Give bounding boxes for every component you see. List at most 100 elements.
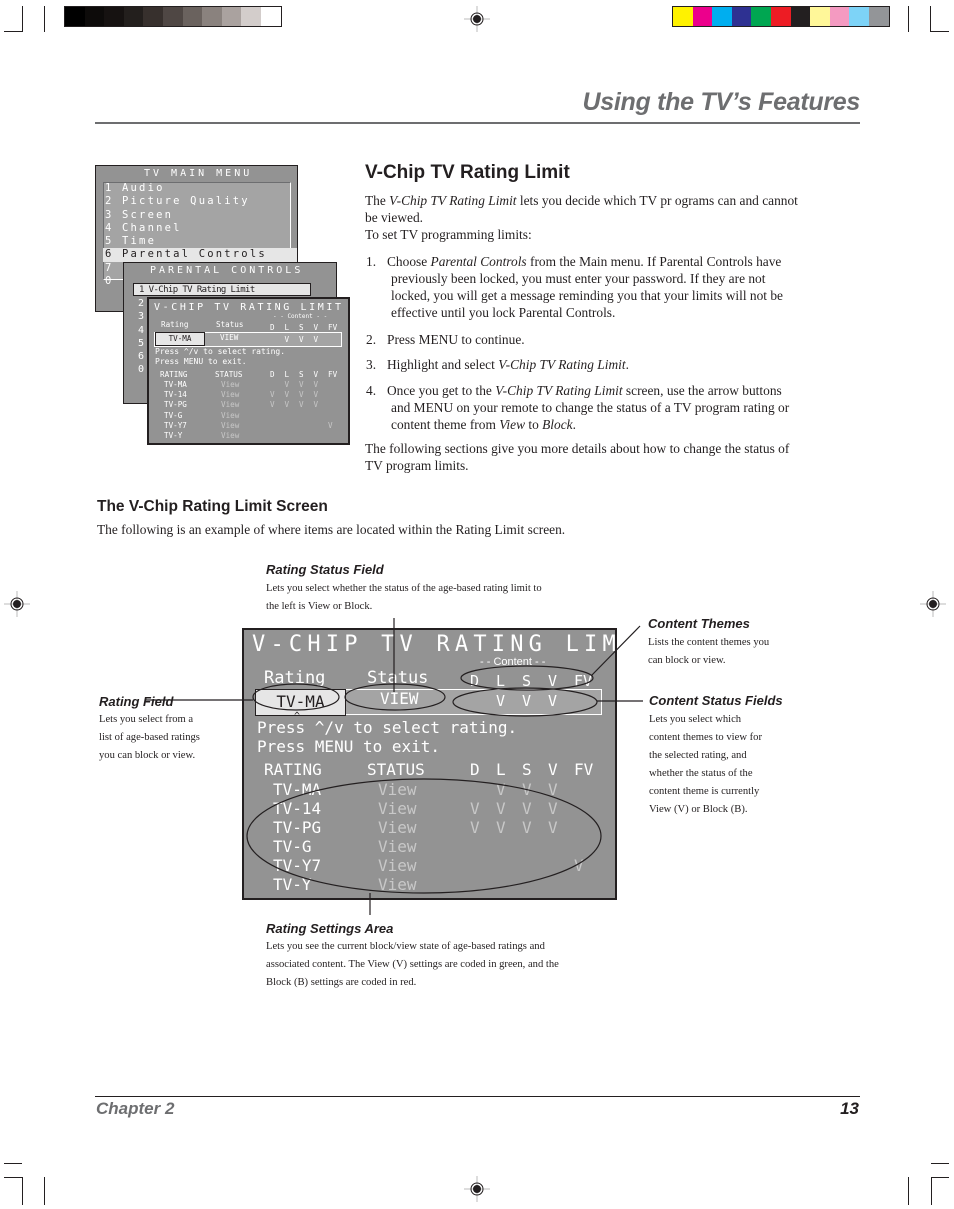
callout-line: you can block or view.	[99, 750, 196, 761]
color-swatch	[829, 7, 850, 26]
vchip-mini-status-value[interactable]: VIEW	[220, 333, 238, 342]
rating-row: TV-Y7 View V	[149, 421, 348, 431]
step-text-part: effective until you lock Parental Contro…	[391, 305, 616, 320]
step-italic: Parental Controls	[430, 254, 527, 269]
callout-body-content-themes: Lists the content themes you can block o…	[648, 634, 828, 670]
rating-status: View	[221, 410, 240, 420]
rating-status: View	[378, 875, 417, 894]
rating-row[interactable]: TV-G View	[244, 837, 615, 856]
rating-row[interactable]: TV-MA View V V V	[244, 780, 615, 799]
main-menu-item[interactable]: 2 Picture Quality	[105, 195, 296, 208]
rating-name: TV-MA	[164, 380, 187, 389]
step-line: previously been locked, you must enter y…	[391, 270, 783, 287]
registration-mark-icon	[464, 6, 490, 32]
color-swatch	[712, 7, 732, 26]
vchip-status-field[interactable]: VIEW	[380, 689, 419, 708]
rating-row[interactable]: TV-PG View V V V V	[244, 818, 615, 837]
theme-header: S	[522, 760, 532, 779]
step-line: Press MENU to continue.	[387, 331, 525, 348]
step-number: 1.	[366, 254, 377, 269]
menu-item-number: 5	[105, 235, 114, 248]
vchip-mini-screen: V-CHIP TV RATING LIMIT - - Content - - R…	[147, 297, 350, 445]
intro-text: lets you decide which TV pr ograms can a…	[516, 193, 798, 208]
vchip-content-label: - - Content - -	[480, 656, 546, 668]
rating-name: TV-Y	[273, 875, 312, 894]
step-line: Once you get to the V-Chip TV Rating Lim…	[387, 382, 789, 399]
vchip-rating-limit-screen: V-CHIP TV RATING LIMIT - - Content - - R…	[242, 628, 653, 900]
rating-row[interactable]: TV-Y View	[244, 875, 615, 894]
section1-closing: The following sections give you more det…	[365, 440, 860, 474]
color-swatch	[673, 7, 693, 26]
theme-value: V	[284, 400, 290, 410]
callout-line: View (V) or Block (B).	[649, 804, 748, 815]
theme-value: V	[548, 799, 558, 818]
crop-mark	[4, 1163, 22, 1164]
step-text-part: from the Main menu. If Parental Controls…	[526, 254, 782, 269]
vchip-mini-title: V-CHIP TV RATING LIMIT	[154, 302, 344, 313]
callout-title-rating-settings-area: Rating Settings Area	[266, 921, 394, 936]
registration-mark-icon	[920, 591, 946, 617]
vchip-mini-rating-field[interactable]: TV-MA	[155, 332, 205, 346]
callout-line: Lets you select whether the status of th…	[266, 583, 542, 594]
step-line: content theme from View to Block.	[391, 416, 789, 433]
theme-header: V	[313, 370, 319, 379]
color-swatch	[731, 7, 752, 26]
rating-status: View	[221, 390, 240, 400]
callout-line: content themes to view for	[649, 732, 762, 743]
vchip-instruction-2: Press MENU to exit.	[257, 737, 441, 756]
rating-row[interactable]: TV-Y7 View V	[244, 856, 615, 875]
rating-name: TV-MA	[273, 780, 322, 799]
rating-status: View	[378, 799, 417, 818]
rating-status: View	[378, 856, 417, 875]
theme-header: L	[284, 370, 290, 379]
theme-header: D	[270, 323, 275, 332]
rating-name: TV-G	[164, 410, 183, 420]
parental-menu-selected-item[interactable]: 1 V-Chip TV Rating Limit	[133, 283, 311, 296]
footer-rule	[95, 1096, 860, 1097]
theme-value: V	[299, 400, 304, 410]
theme-header: FV	[574, 672, 593, 690]
rating-status: View	[221, 431, 240, 440]
content-status-value: V	[299, 335, 304, 344]
color-calibration-bar	[672, 6, 890, 27]
callout-line: Lets you see the current block/view stat…	[266, 941, 545, 952]
step-text: Once you get to the V-Chip TV Rating Lim…	[387, 382, 789, 433]
menu-item-number: 2	[138, 298, 145, 309]
crop-mark	[44, 1177, 45, 1205]
section1-intro: The V-Chip TV Rating Limit lets you deci…	[365, 192, 860, 243]
main-menu-item[interactable]: 6 Parental Controls	[103, 248, 297, 262]
step-italic: Block	[542, 417, 573, 432]
theme-value: V	[548, 780, 558, 799]
main-menu-item[interactable]: 5 Time	[105, 235, 296, 248]
step-italic: View	[499, 417, 525, 432]
color-swatch	[202, 7, 222, 26]
callout-body-content-status-fields: Lets you select which content themes to v…	[649, 711, 829, 819]
page-title: Using the TV’s Features	[582, 88, 861, 116]
vchip-rating-field[interactable]: TV-MA ^	[255, 689, 346, 722]
callout-body-rating-status-field: Lets you select whether the status of th…	[266, 580, 606, 616]
theme-value: V	[313, 400, 319, 410]
main-menu-item[interactable]: 1 Audio	[105, 182, 296, 195]
main-menu-item[interactable]: 4 Channel	[105, 222, 296, 235]
theme-value: V	[496, 799, 506, 818]
step-italic: V-Chip TV Rating Limit	[495, 383, 623, 398]
crop-mark	[22, 1177, 23, 1205]
intro-text: The	[365, 193, 390, 208]
theme-value: V	[284, 390, 290, 400]
content-status-value: V	[522, 692, 532, 710]
main-menu-item[interactable]: 3 Screen	[105, 209, 296, 222]
theme-value: V	[470, 818, 480, 837]
menu-item-number: 7	[105, 261, 114, 274]
parental-menu-title: PARENTAL CONTROLS	[150, 265, 304, 276]
rating-row[interactable]: TV-14 View V V V V	[244, 799, 615, 818]
vchip-instruction-1: Press ^/v to select rating.	[257, 718, 518, 737]
theme-value: V	[470, 799, 480, 818]
theme-header: L	[496, 760, 506, 779]
menu-item-label: Picture Quality	[122, 195, 250, 208]
color-swatch	[162, 7, 183, 26]
intro-italic: V-Chip TV Rating Limit	[389, 193, 517, 208]
callout-line: Block (B) settings are coded in red.	[266, 977, 417, 988]
step-text-part: screen, use the arrow buttons	[622, 383, 782, 398]
step-italic: V-Chip TV Rating Limit	[498, 357, 626, 372]
menu-item-number: 4	[105, 221, 114, 234]
